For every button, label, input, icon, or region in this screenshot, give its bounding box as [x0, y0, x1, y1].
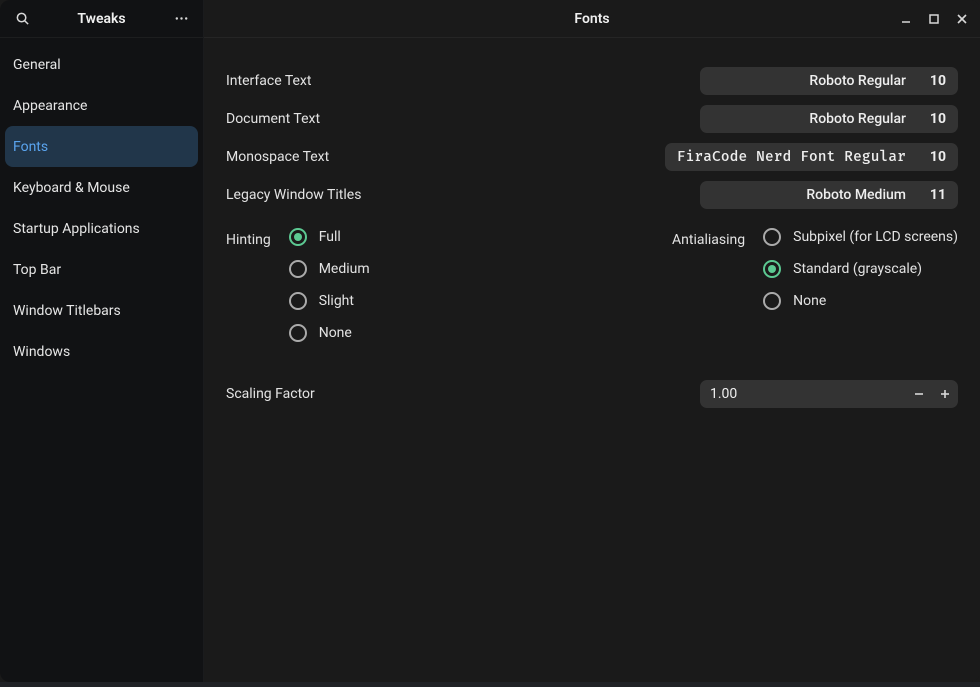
sidebar: Tweaks General Appearance Fonts Keyboard & …	[0, 0, 204, 682]
font-row-label: Interface Text	[226, 73, 311, 89]
radio-icon	[289, 228, 307, 246]
font-row: Interface Text Roboto Regular 10	[226, 62, 958, 100]
search-button[interactable]	[8, 5, 36, 33]
font-name: FiraCode Nerd Font Regular	[677, 149, 906, 166]
radio-icon	[763, 292, 781, 310]
window: Tweaks General Appearance Fonts Keyboard & …	[0, 0, 980, 682]
search-icon	[15, 11, 30, 26]
scaling-row: Scaling Factor 1.00	[226, 380, 958, 408]
main-pane: Fonts Interface TextRoboto Regular10Docu…	[204, 0, 980, 682]
more-button[interactable]	[167, 5, 195, 33]
font-name: Roboto Regular	[809, 73, 906, 89]
radio-label: Standard (grayscale)	[793, 261, 922, 277]
scaling-factor-value: 1.00	[710, 386, 906, 402]
radio-label: None	[793, 293, 826, 309]
radio-label: None	[319, 325, 352, 341]
hinting-option[interactable]: Slight	[289, 292, 370, 310]
radio-label: Medium	[319, 261, 370, 277]
window-close-icon	[955, 12, 969, 26]
sidebar-item-fonts[interactable]: Fonts	[5, 126, 198, 167]
sidebar-item-label: Fonts	[13, 139, 48, 155]
radio-icon	[289, 292, 307, 310]
font-row-label: Document Text	[226, 111, 320, 127]
scaling-decrement-button[interactable]	[906, 380, 932, 408]
scaling-factor-label: Scaling Factor	[226, 386, 315, 402]
font-name: Roboto Medium	[806, 187, 906, 203]
radio-icon	[763, 228, 781, 246]
font-size: 10	[928, 111, 946, 127]
scaling-factor-spin[interactable]: 1.00	[700, 380, 958, 408]
hinting-option[interactable]: Full	[289, 228, 370, 246]
sidebar-item-label: Top Bar	[13, 262, 61, 278]
minus-icon	[913, 388, 925, 400]
font-row-label: Monospace Text	[226, 149, 329, 165]
sidebar-item-general[interactable]: General	[5, 44, 198, 85]
font-size: 11	[928, 187, 946, 203]
radio-section: Hinting Full Medium Slight None Antialiasin…	[226, 228, 958, 342]
font-row: Monospace Text FiraCode Nerd Font Regular…	[226, 138, 958, 176]
font-selector-button[interactable]: FiraCode Nerd Font Regular 10	[665, 143, 958, 171]
antialiasing-label: Antialiasing	[672, 228, 745, 248]
window-minimize-icon	[899, 12, 913, 26]
radio-label: Slight	[319, 293, 354, 309]
app-title: Tweaks	[77, 11, 125, 27]
plus-icon	[939, 388, 951, 400]
radio-label: Full	[319, 229, 341, 245]
sidebar-item-appearance[interactable]: Appearance	[5, 85, 198, 126]
font-name: Roboto Regular	[809, 111, 906, 127]
desktop-edge	[0, 682, 980, 687]
hinting-column: Hinting Full Medium Slight None	[226, 228, 370, 342]
window-minimize-button[interactable]	[892, 5, 920, 33]
sidebar-item-windows[interactable]: Windows	[5, 331, 198, 372]
font-row-label: Legacy Window Titles	[226, 187, 361, 203]
font-row: Document Text Roboto Regular 10	[226, 100, 958, 138]
sidebar-item-label: Windows	[13, 344, 70, 360]
hinting-label: Hinting	[226, 228, 271, 248]
font-selector-button[interactable]: Roboto Regular 10	[700, 105, 958, 133]
sidebar-item-label: Window Titlebars	[13, 303, 121, 319]
page-title: Fonts	[574, 11, 609, 27]
sidebar-list: General Appearance Fonts Keyboard & Mouse St…	[0, 38, 203, 372]
hinting-group: Full Medium Slight None	[289, 228, 370, 342]
window-close-button[interactable]	[948, 5, 976, 33]
sidebar-item-startup-applications[interactable]: Startup Applications	[5, 208, 198, 249]
font-size: 10	[928, 73, 946, 89]
main-header: Fonts	[204, 0, 980, 38]
radio-label: Subpixel (for LCD screens)	[793, 229, 958, 245]
sidebar-item-top-bar[interactable]: Top Bar	[5, 249, 198, 290]
hinting-option[interactable]: None	[289, 324, 370, 342]
content: Interface TextRoboto Regular10Document T…	[204, 38, 980, 408]
radio-icon	[289, 260, 307, 278]
radio-icon	[289, 324, 307, 342]
sidebar-item-label: Keyboard & Mouse	[13, 180, 130, 196]
antialiasing-column: Antialiasing Subpixel (for LCD screens)S…	[672, 228, 958, 342]
sidebar-item-keyboard-mouse[interactable]: Keyboard & Mouse	[5, 167, 198, 208]
antialiasing-option[interactable]: Standard (grayscale)	[763, 260, 958, 278]
window-maximize-button[interactable]	[920, 5, 948, 33]
window-maximize-icon	[927, 12, 941, 26]
font-size: 10	[928, 149, 946, 165]
sidebar-item-label: General	[13, 57, 61, 73]
antialiasing-group: Subpixel (for LCD screens) Standard (gray…	[763, 228, 958, 310]
font-selector-button[interactable]: Roboto Regular 10	[700, 67, 958, 95]
font-selector-button[interactable]: Roboto Medium 11	[700, 181, 958, 209]
antialiasing-option[interactable]: Subpixel (for LCD screens)	[763, 228, 958, 246]
sidebar-item-label: Appearance	[13, 98, 87, 114]
radio-icon	[763, 260, 781, 278]
window-controls	[892, 5, 980, 33]
sidebar-item-label: Startup Applications	[13, 221, 140, 237]
scaling-increment-button[interactable]	[932, 380, 958, 408]
more-icon	[174, 11, 189, 26]
antialiasing-option[interactable]: None	[763, 292, 958, 310]
font-row: Legacy Window Titles Roboto Medium 11	[226, 176, 958, 214]
sidebar-header: Tweaks	[0, 0, 203, 38]
sidebar-item-window-titlebars[interactable]: Window Titlebars	[5, 290, 198, 331]
hinting-option[interactable]: Medium	[289, 260, 370, 278]
